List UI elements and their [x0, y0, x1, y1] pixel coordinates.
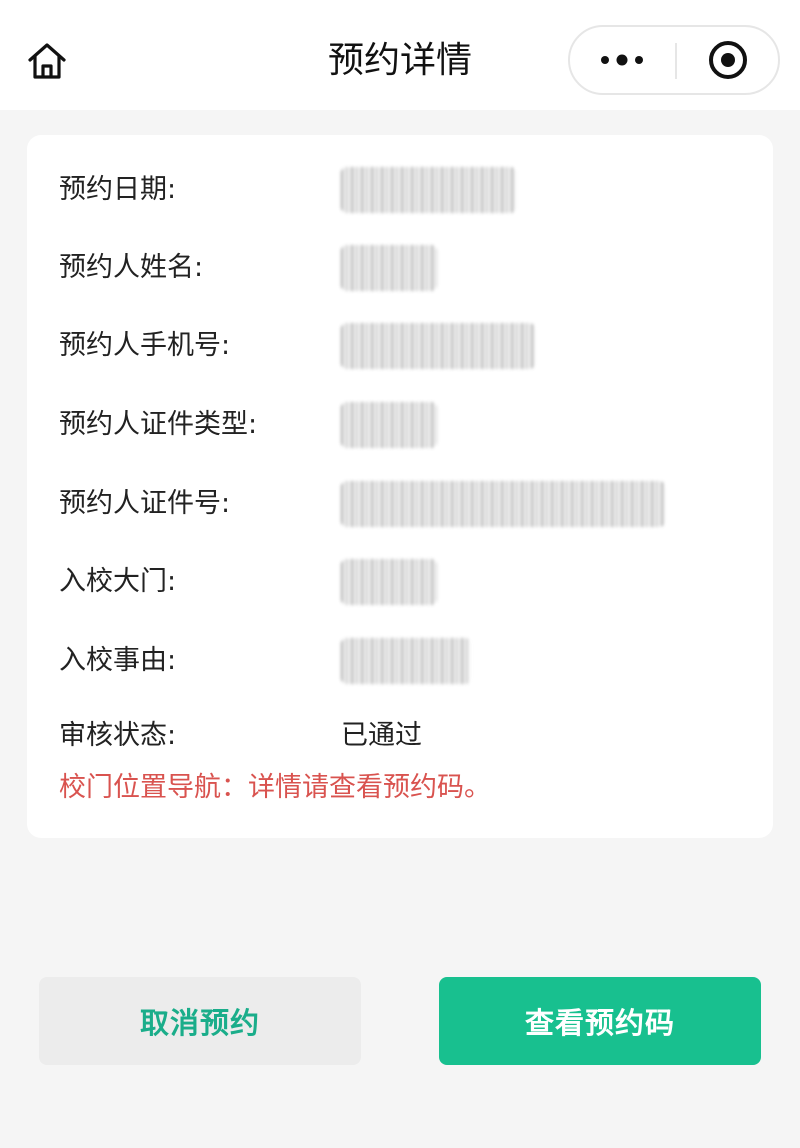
reservation-date-label: 预约日期:: [59, 174, 177, 205]
review-status-value: 已通过: [341, 720, 422, 751]
reservation-detail-card: 预约日期: 预约人姓名: 预约人手机号: 预约人证件类型: 预约人证件号: 入校…: [27, 135, 773, 838]
navigation-bar: 预约详情: [0, 0, 800, 110]
entry-gate-label: 入校大门:: [59, 566, 177, 597]
detail-row-id-type: 预约人证件类型:: [59, 392, 759, 452]
review-status-label: 审核状态:: [59, 720, 177, 751]
detail-row-status: 审核状态: 已通过: [59, 703, 759, 763]
close-button[interactable]: [678, 27, 778, 93]
reservation-date-redacted: [341, 167, 516, 213]
detail-row-id-number: 预约人证件号:: [59, 471, 759, 531]
capsule-divider: [675, 43, 677, 79]
id-number-redacted: [341, 481, 665, 527]
visitor-phone-redacted: [341, 323, 535, 369]
gate-navigation-note: 校门位置导航：详情请查看预约码。: [59, 772, 491, 803]
more-button[interactable]: [570, 27, 674, 93]
id-number-label: 预约人证件号:: [59, 488, 231, 519]
detail-row-name: 预约人姓名:: [59, 235, 759, 295]
visitor-name-label: 预约人姓名:: [59, 252, 204, 283]
detail-row-phone: 预约人手机号:: [59, 313, 759, 373]
detail-row-date: 预约日期:: [59, 157, 759, 217]
cancel-reservation-button[interactable]: 取消预约: [39, 977, 361, 1065]
detail-row-gate: 入校大门:: [59, 549, 759, 609]
entry-gate-redacted: [341, 559, 437, 605]
target-close-icon: [709, 41, 747, 79]
entry-reason-label: 入校事由:: [59, 645, 177, 676]
id-type-redacted: [341, 402, 437, 448]
more-dots-icon: [601, 54, 643, 66]
visitor-phone-label: 预约人手机号:: [59, 330, 231, 361]
entry-reason-redacted: [341, 638, 471, 684]
visitor-name-redacted: [341, 245, 437, 291]
id-type-label: 预约人证件类型:: [59, 409, 258, 440]
view-reservation-code-button[interactable]: 查看预约码: [439, 977, 761, 1065]
mini-program-capsule: [568, 25, 780, 95]
detail-row-reason: 入校事由:: [59, 628, 759, 688]
